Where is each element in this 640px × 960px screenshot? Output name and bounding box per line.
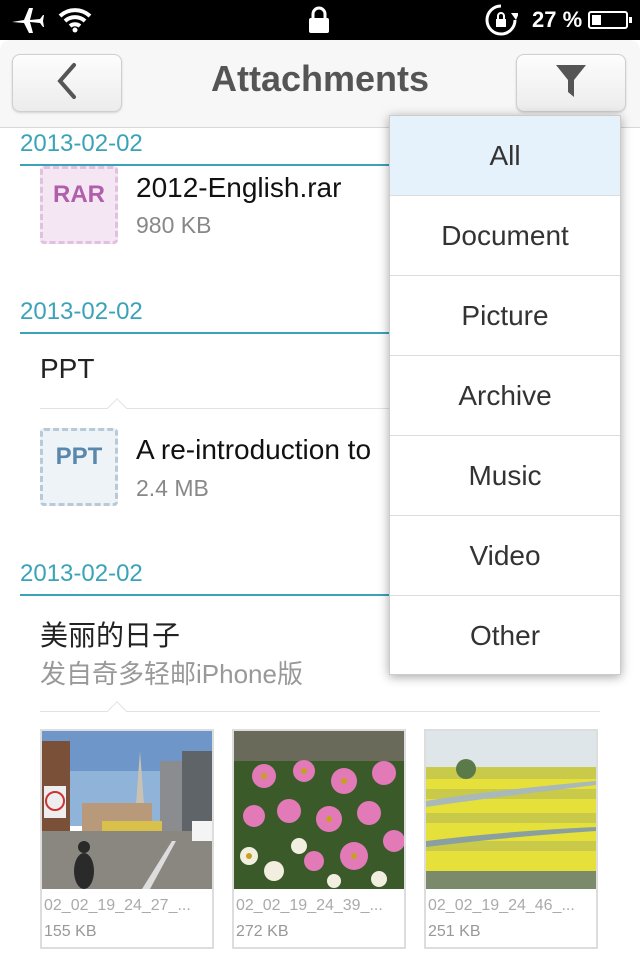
status-bar: 27 % [0,0,640,40]
file-type-label: RAR [53,181,105,208]
filter-option-music[interactable]: Music [390,436,620,516]
filter-icon [554,62,588,105]
rar-file-icon[interactable]: RAR [40,166,118,244]
image-size: 155 KB [44,923,97,940]
battery-icon [588,11,633,29]
filter-option-document[interactable]: Document [390,196,620,276]
flowers-photo [234,731,404,889]
airplane-icon [10,0,44,40]
ppt-file-icon[interactable]: PPT [40,428,118,506]
filter-option-video[interactable]: Video [390,516,620,596]
street-photo [42,731,212,889]
wifi-icon [58,0,92,40]
image-size: 251 KB [428,923,481,940]
rotation-lock-icon [484,0,518,40]
attachment-name[interactable]: A re-introduction to [136,434,371,466]
divider-notch [107,701,127,721]
attachment-name[interactable]: 2012-English.rar [136,172,341,204]
attachment-size: 980 KB [136,212,212,238]
image-name: 02_02_19_24_46_... [428,897,575,914]
filter-dropdown: All Document Picture Archive Music Video… [389,115,621,675]
image-size: 272 KB [236,923,289,940]
filter-option-archive[interactable]: Archive [390,356,620,436]
message-subject[interactable]: PPT [40,353,94,385]
image-attachment[interactable]: 02_02_19_24_39_... 272 KB [232,729,406,949]
divider-notch [107,398,127,418]
image-name: 02_02_19_24_39_... [236,897,383,914]
filter-option-all[interactable]: All [390,116,620,196]
message-subject[interactable]: 美丽的日子 [40,614,180,654]
filter-button[interactable] [516,54,626,112]
filter-option-other[interactable]: Other [390,596,620,676]
image-attachment[interactable]: 02_02_19_24_46_... 251 KB [424,729,598,949]
image-name: 02_02_19_24_27_... [44,897,191,914]
lock-icon [308,0,330,40]
message-subtitle: 发自奇多轻邮iPhone版 [40,659,303,689]
file-type-label: PPT [55,443,103,470]
attachment-size: 2.4 MB [136,475,209,501]
image-attachment[interactable]: 02_02_19_24_27_... 155 KB [40,729,214,949]
battery-fill [592,15,602,25]
filter-option-picture[interactable]: Picture [390,276,620,356]
fields-photo [426,731,596,889]
battery-percent: 27 % [532,7,583,32]
